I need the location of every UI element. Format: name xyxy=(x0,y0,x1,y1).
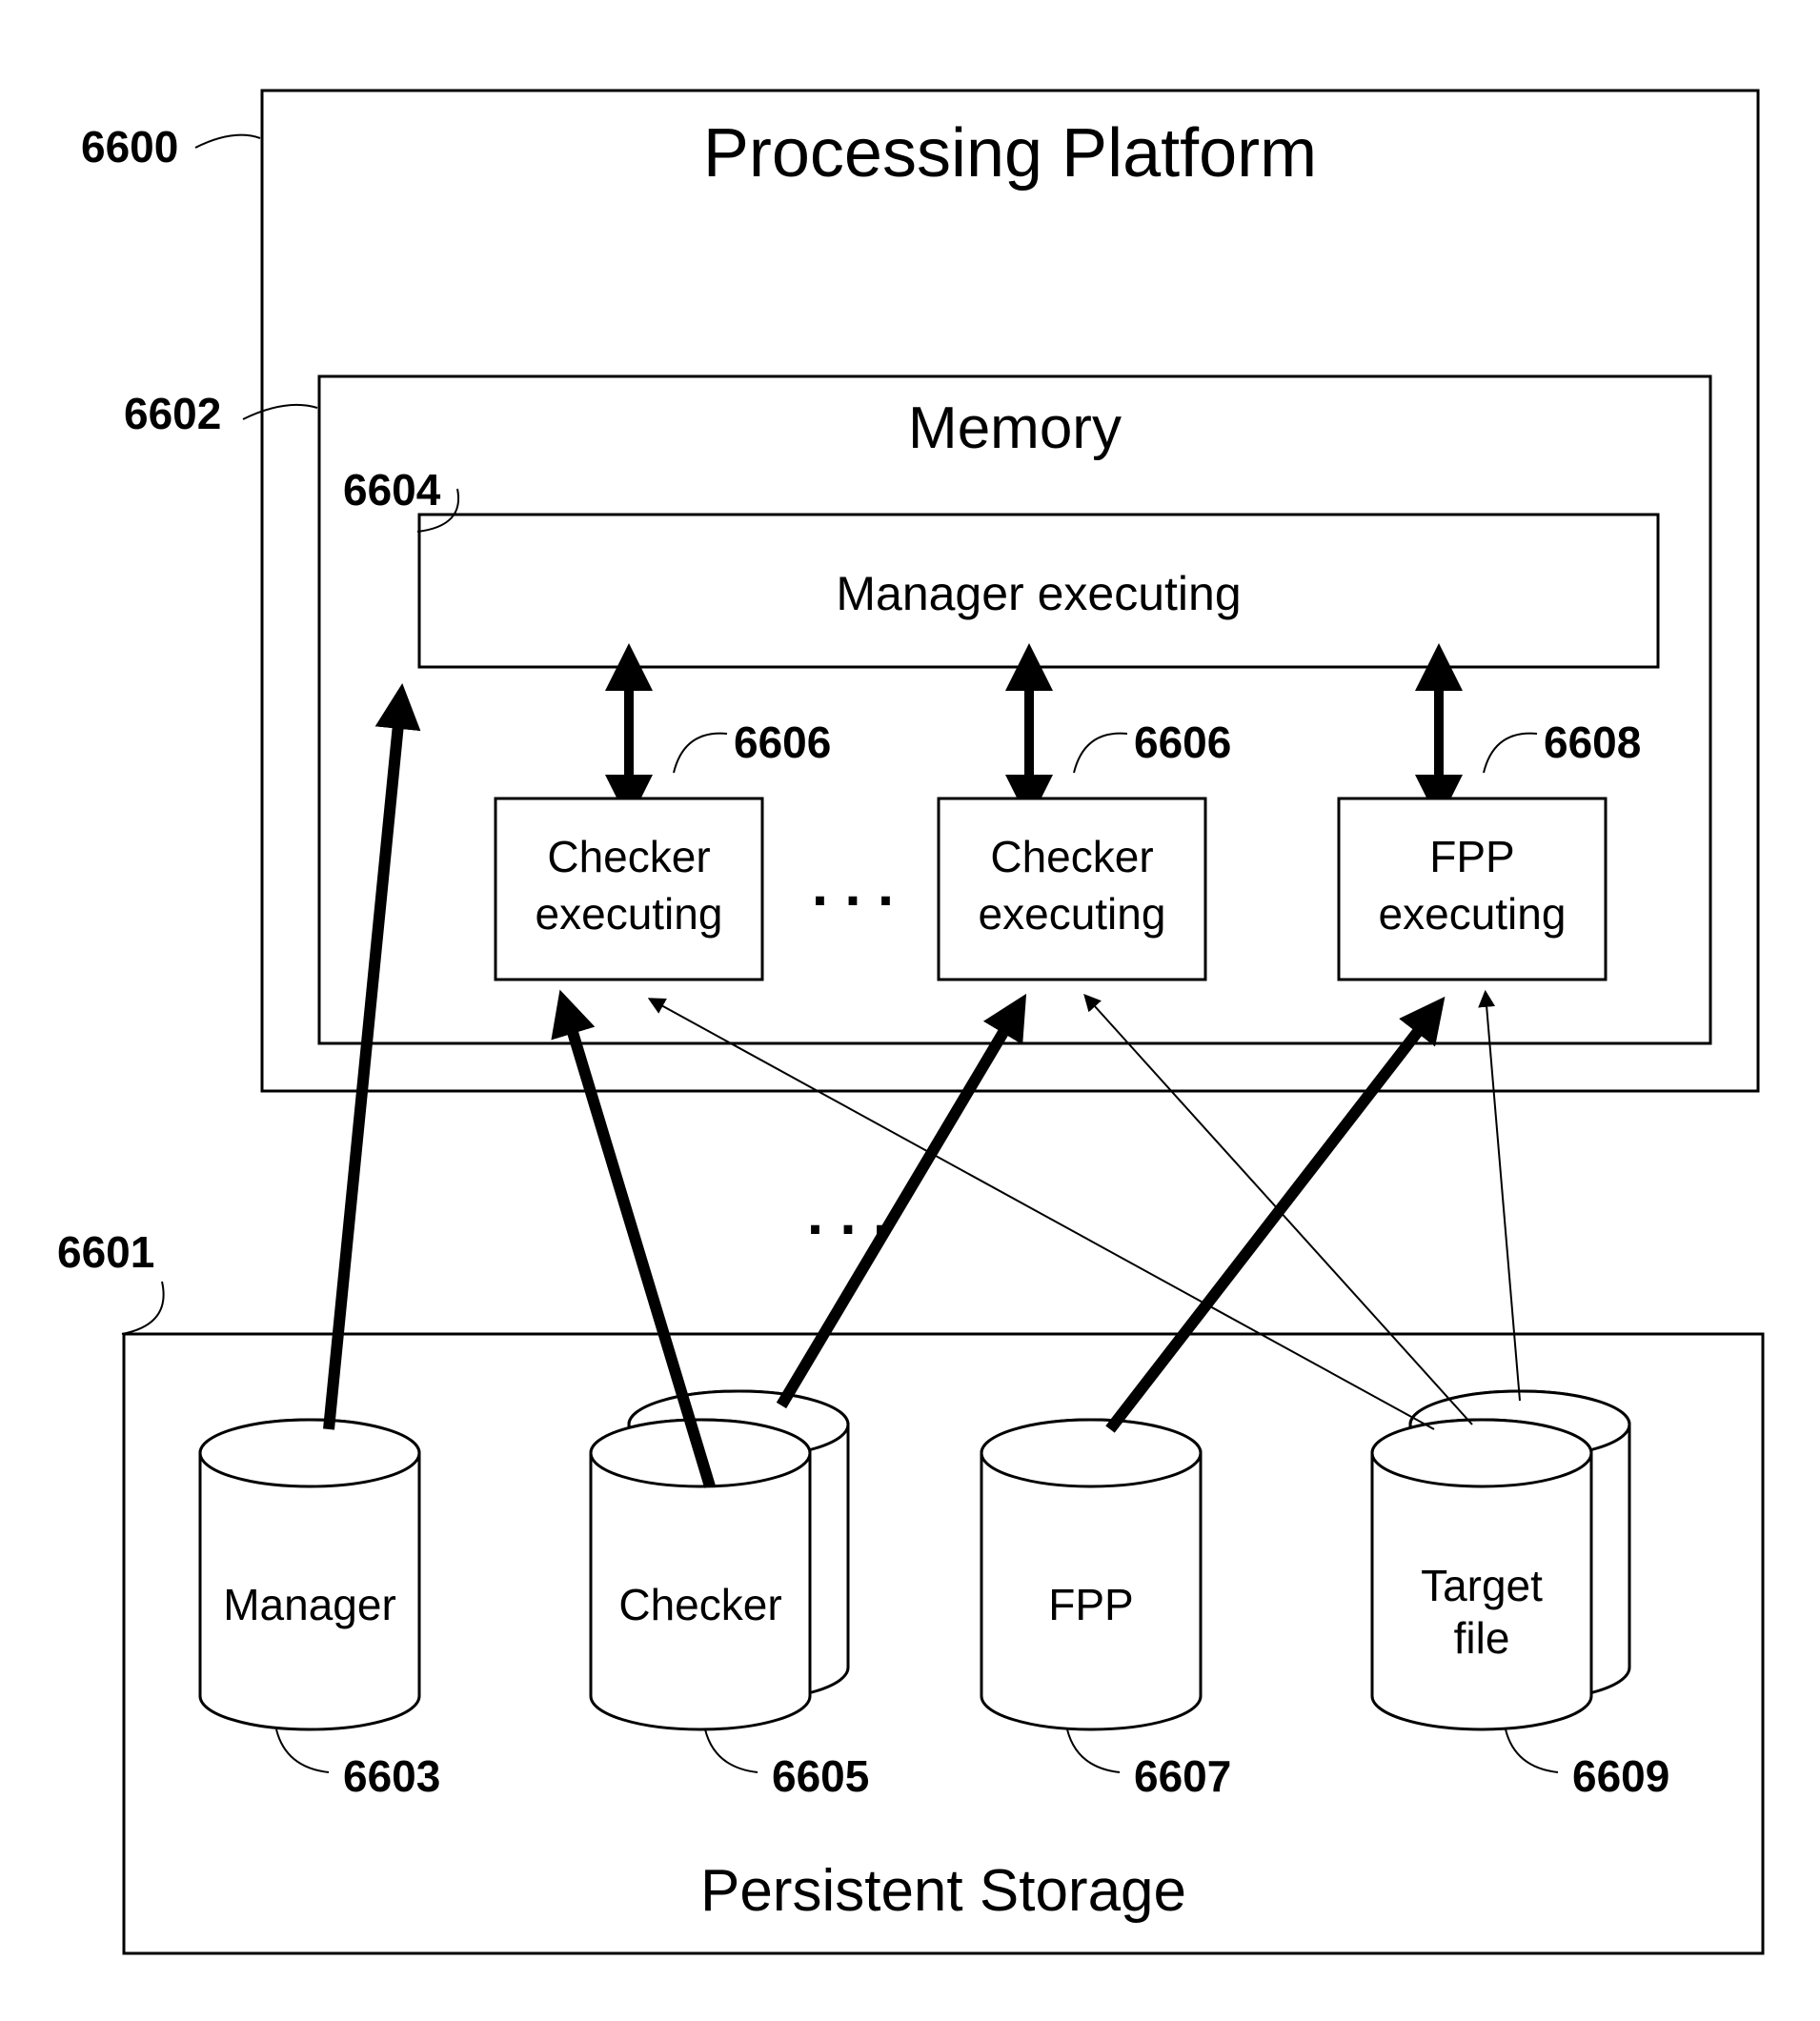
checker-executing-1-label-l1: Checker xyxy=(547,832,710,881)
cylinder-manager: Manager xyxy=(200,1420,419,1772)
ref-6605: 6605 xyxy=(772,1751,869,1801)
svg-text:file: file xyxy=(1454,1613,1510,1663)
svg-text:Manager: Manager xyxy=(223,1580,396,1629)
persistent-storage-title: Persistent Storage xyxy=(700,1858,1186,1924)
ref-6600-leader xyxy=(195,135,260,148)
processing-platform-title: Processing Platform xyxy=(703,115,1317,192)
checker-executing-2-label-l1: Checker xyxy=(990,832,1153,881)
svg-text:Target: Target xyxy=(1421,1561,1543,1610)
checker-executing-1-label-l2: executing xyxy=(536,889,723,939)
svg-text:Checker: Checker xyxy=(618,1580,781,1629)
ref-6603: 6603 xyxy=(343,1751,440,1801)
ref-6602: 6602 xyxy=(124,389,221,438)
ellipsis-arrows: . . . xyxy=(807,1182,889,1247)
cylinder-fpp: FPP xyxy=(981,1420,1201,1772)
ref-6606b: 6606 xyxy=(1134,717,1231,767)
memory-title: Memory xyxy=(908,395,1122,461)
ref-6604: 6604 xyxy=(343,465,441,515)
checker-executing-2-label-l2: executing xyxy=(979,889,1166,939)
fpp-executing-label-l2: executing xyxy=(1379,889,1567,939)
ref-6601: 6601 xyxy=(57,1227,154,1277)
fpp-executing-label-l1: FPP xyxy=(1429,832,1514,881)
ref-6606a: 6606 xyxy=(734,717,831,767)
svg-text:FPP: FPP xyxy=(1048,1580,1133,1629)
manager-executing-label: Manager executing xyxy=(836,567,1241,620)
ref-6601-leader xyxy=(122,1282,164,1334)
ref-6608: 6608 xyxy=(1544,717,1641,767)
ref-6609: 6609 xyxy=(1572,1751,1669,1801)
ref-6600: 6600 xyxy=(81,122,178,172)
ellipsis-checker-exec: . . . xyxy=(812,853,894,919)
ref-6607: 6607 xyxy=(1134,1751,1231,1801)
